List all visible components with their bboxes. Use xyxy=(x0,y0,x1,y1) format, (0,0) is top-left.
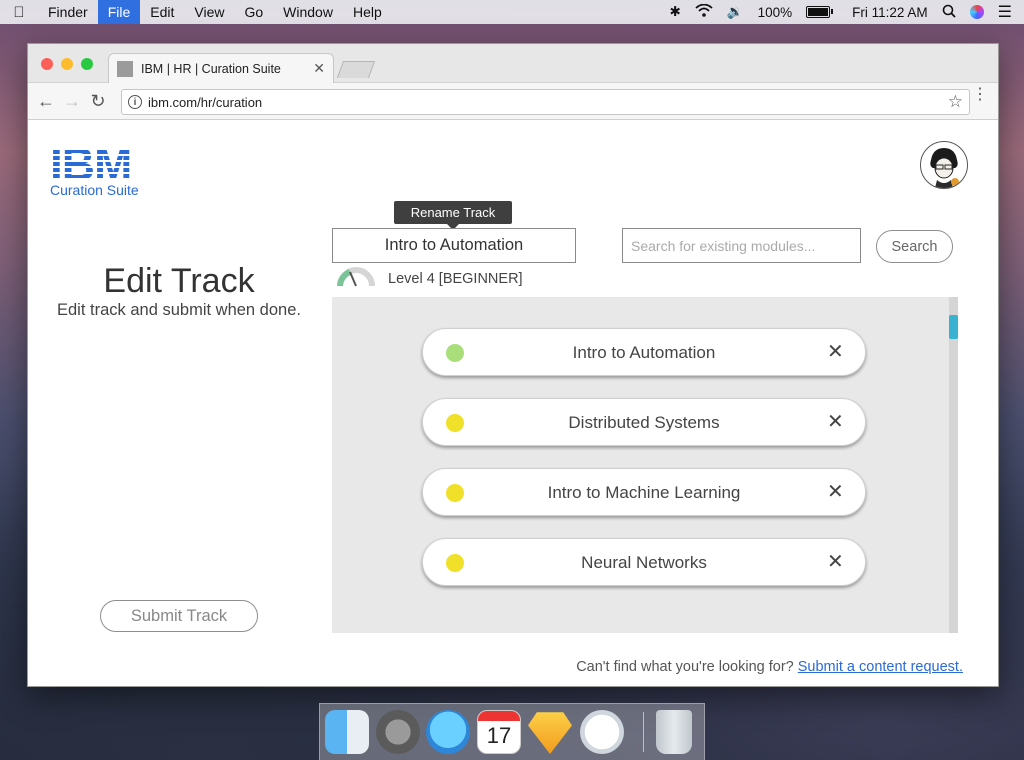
favicon-icon xyxy=(117,60,133,77)
ibm-logo[interactable]: IBM Curation Suite xyxy=(50,141,140,198)
battery-percent: 100% xyxy=(757,4,793,20)
tab-title: IBM | HR | Curation Suite xyxy=(141,61,281,76)
app-launch-icon[interactable] xyxy=(580,710,624,754)
level-indicator: Level 4 [BEGINNER] xyxy=(336,266,523,292)
browser-menu-icon[interactable]: ⋮ xyxy=(972,87,988,103)
back-arrow-icon[interactable]: ← xyxy=(33,91,59,112)
menu-view[interactable]: View xyxy=(184,0,234,24)
zoom-window-button[interactable] xyxy=(81,58,93,70)
menu-window[interactable]: Window xyxy=(273,0,343,24)
finder-icon[interactable] xyxy=(325,710,369,754)
calendar-icon[interactable]: 17 xyxy=(477,710,521,754)
module-status-dot xyxy=(446,554,464,572)
menu-finder[interactable]: Finder xyxy=(38,0,98,24)
content-request-link[interactable]: Submit a content request. xyxy=(798,659,963,675)
battery-icon[interactable] xyxy=(806,6,834,18)
sketch-icon[interactable] xyxy=(528,712,572,754)
remove-module-icon[interactable]: ✕ xyxy=(827,552,844,572)
module-status-dot xyxy=(446,484,464,502)
notification-center-icon[interactable]: ☰ xyxy=(998,2,1012,22)
spotlight-search-icon[interactable] xyxy=(942,4,956,21)
module-search-input[interactable] xyxy=(622,228,861,263)
page-content: IBM Curation Suite Edit Track Edit track… xyxy=(28,120,998,686)
url-text: ibm.com/hr/curation xyxy=(148,94,263,110)
module-list-panel: Intro to Automation ✕ Distributed System… xyxy=(332,297,958,633)
site-info-icon[interactable]: i xyxy=(128,95,142,109)
apple-menu-icon[interactable]:  xyxy=(0,4,38,21)
module-card[interactable]: Intro to Machine Learning ✕ xyxy=(422,468,866,516)
wifi-icon[interactable] xyxy=(695,3,713,20)
bluetooth-icon[interactable]: ✱ xyxy=(669,4,680,20)
volume-icon[interactable]: 🔉 xyxy=(727,4,744,20)
tab-close-icon[interactable]: ✕ xyxy=(313,60,325,77)
module-title: Intro to Machine Learning xyxy=(547,483,741,502)
module-status-dot xyxy=(446,414,464,432)
module-card[interactable]: Distributed Systems ✕ xyxy=(422,398,866,446)
browser-window: IBM | HR | Curation Suite ✕ ← → ↻ i ibm.… xyxy=(27,43,999,687)
rename-track-tooltip: Rename Track xyxy=(394,201,512,230)
minimize-window-button[interactable] xyxy=(61,58,73,70)
menu-edit[interactable]: Edit xyxy=(140,0,184,24)
dock-separator xyxy=(643,712,644,752)
user-avatar[interactable] xyxy=(920,141,968,189)
address-bar[interactable]: i ibm.com/hr/curation ☆ xyxy=(121,89,970,115)
menu-bar:  Finder File Edit View Go Window Help ✱… xyxy=(0,0,1024,24)
page-subtitle: Edit track and submit when done. xyxy=(57,301,301,319)
search-button[interactable]: Search xyxy=(876,230,953,263)
footer: Can't find what you're looking for? Subm… xyxy=(576,659,963,675)
messages-icon[interactable] xyxy=(426,710,470,754)
page-title: Edit Track xyxy=(103,262,255,300)
browser-tab[interactable]: IBM | HR | Curation Suite ✕ xyxy=(108,53,334,83)
remove-module-icon[interactable]: ✕ xyxy=(827,482,844,502)
forward-arrow-icon[interactable]: → xyxy=(59,91,85,112)
scrollbar-track[interactable] xyxy=(949,297,958,633)
close-window-button[interactable] xyxy=(41,58,53,70)
suite-label: Curation Suite xyxy=(50,182,139,198)
module-card[interactable]: Neural Networks ✕ xyxy=(422,538,866,586)
submit-track-button[interactable]: Submit Track xyxy=(100,600,258,632)
menu-help[interactable]: Help xyxy=(343,0,392,24)
title-bar: IBM | HR | Curation Suite ✕ xyxy=(28,44,998,83)
remove-module-icon[interactable]: ✕ xyxy=(827,412,844,432)
system-preferences-icon[interactable] xyxy=(376,710,420,754)
menu-go[interactable]: Go xyxy=(234,0,273,24)
level-label: Level 4 [BEGINNER] xyxy=(388,271,523,287)
clock[interactable]: Fri 11:22 AM xyxy=(852,5,928,20)
new-tab-button[interactable] xyxy=(336,61,376,78)
dock: 17 xyxy=(319,703,705,760)
scrollbar-thumb[interactable] xyxy=(949,315,958,339)
module-card[interactable]: Intro to Automation ✕ xyxy=(422,328,866,376)
module-title: Neural Networks xyxy=(581,553,707,572)
bookmark-star-icon[interactable]: ☆ xyxy=(948,92,963,112)
menu-file[interactable]: File xyxy=(97,0,141,24)
trash-icon[interactable] xyxy=(656,710,692,754)
module-status-dot xyxy=(446,344,464,362)
track-name-field[interactable]: Intro to Automation xyxy=(332,228,576,263)
logo-text: IBM xyxy=(50,141,140,187)
remove-module-icon[interactable]: ✕ xyxy=(827,342,844,362)
calendar-day: 17 xyxy=(486,723,512,748)
module-title: Intro to Automation xyxy=(572,343,716,362)
level-gauge-icon xyxy=(336,266,376,292)
reload-icon[interactable]: ↻ xyxy=(85,91,111,112)
module-title: Distributed Systems xyxy=(568,413,720,432)
footer-prompt: Can't find what you're looking for? xyxy=(576,659,794,675)
siri-icon[interactable] xyxy=(969,5,984,19)
